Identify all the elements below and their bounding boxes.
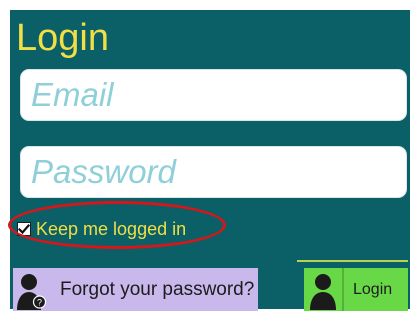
forgot-password-label: Forgot your password?: [60, 278, 255, 300]
password-field[interactable]: [21, 147, 406, 197]
forgot-password-button[interactable]: ? Forgot your password?: [13, 268, 258, 311]
keep-logged-in-label: Keep me logged in: [36, 219, 187, 239]
svg-text:?: ?: [37, 297, 42, 307]
login-button[interactable]: Login: [304, 268, 408, 311]
login-panel: Login Keep me logged in ? Forgot your pa…: [8, 10, 410, 311]
keep-logged-in-option[interactable]: Keep me logged in: [17, 217, 186, 241]
user-icon: [304, 268, 342, 311]
password-field-container: [20, 146, 407, 198]
checkmark-icon: [18, 223, 30, 235]
user-help-icon: ?: [13, 268, 51, 311]
email-field-container: [20, 69, 407, 121]
button-divider: [297, 260, 408, 262]
email-field[interactable]: [21, 70, 406, 120]
login-button-label: Login: [353, 280, 393, 298]
page-title: Login: [16, 17, 109, 59]
keep-logged-in-checkbox[interactable]: [17, 222, 31, 236]
